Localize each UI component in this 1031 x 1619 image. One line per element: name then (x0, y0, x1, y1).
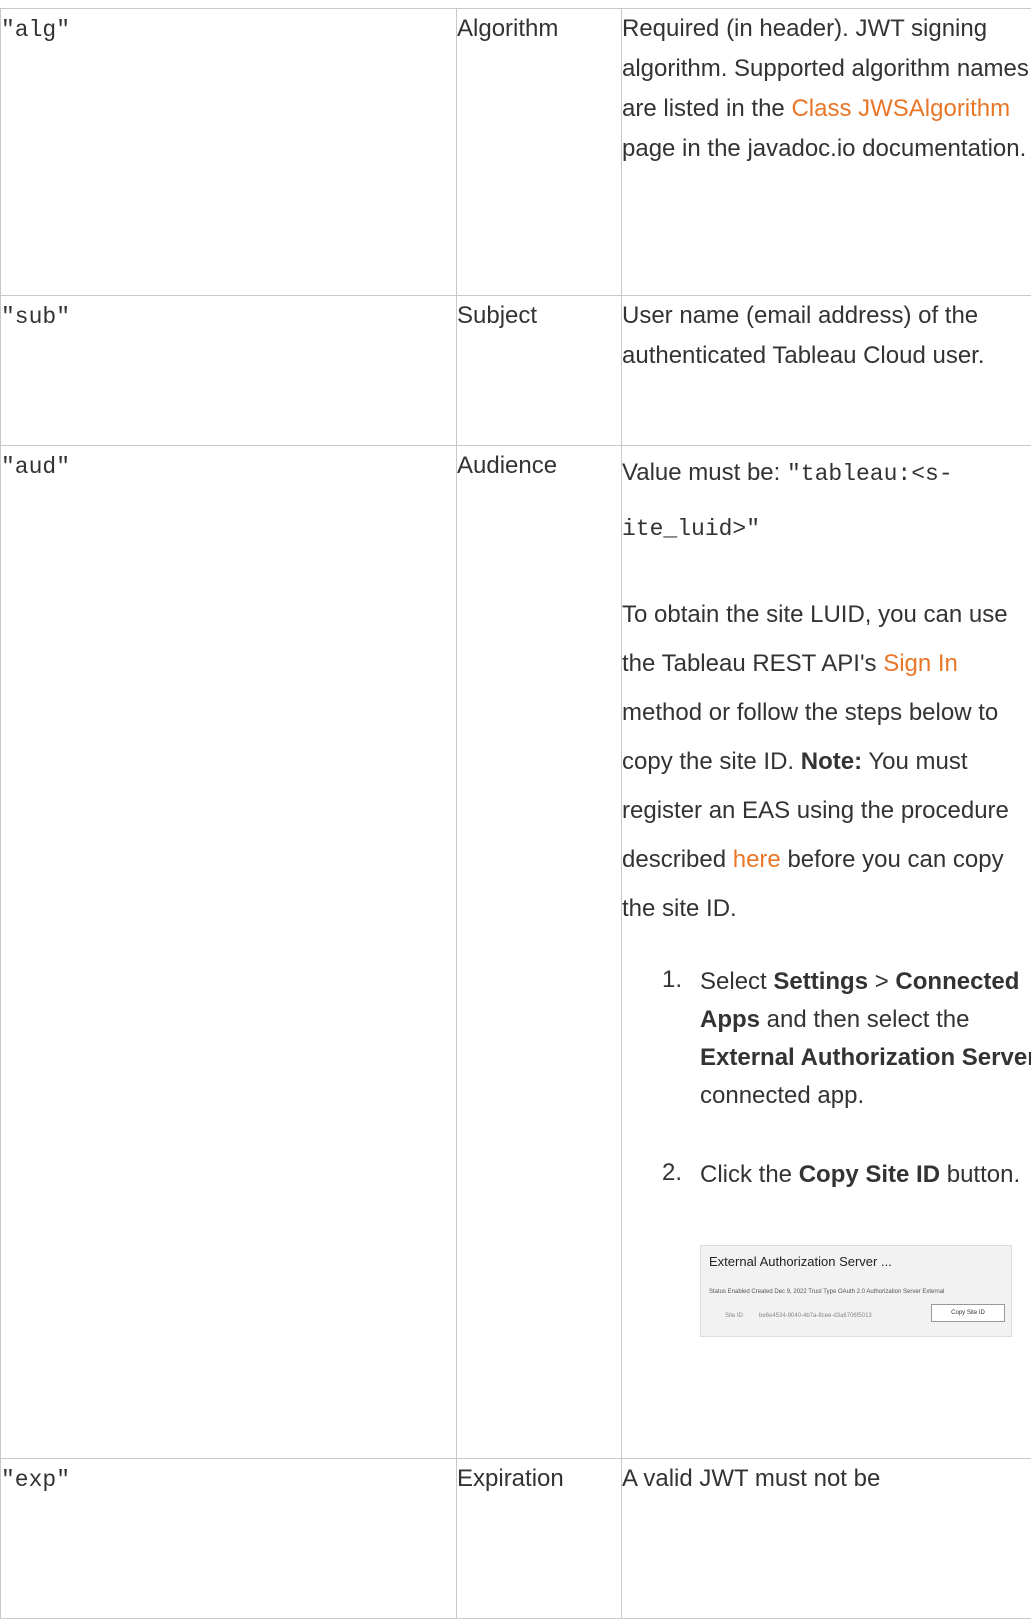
step-text: button. (940, 1161, 1020, 1188)
claim-cell: "aud" (1, 446, 457, 1459)
jwsalgorithm-link[interactable]: Class JWSAlgorithm (791, 95, 1010, 122)
claim-name: Subject (457, 302, 537, 329)
name-cell: Expiration (457, 1459, 622, 1619)
name-cell: Subject (457, 296, 622, 446)
step-text: connected app. (700, 1082, 864, 1109)
desc-text: page in the javadoc.io doc­umentation. (622, 135, 1026, 162)
list-item: 1. Select Settings > Con­nected Apps and… (622, 963, 1031, 1115)
here-link[interactable]: here (733, 846, 781, 873)
steps-list: 1. Select Settings > Con­nected Apps and… (622, 963, 1031, 1199)
screenshot-title: External Authorization Server ... (709, 1256, 892, 1268)
table-row: "exp" Expiration A valid JWT must not be (1, 1459, 1031, 1619)
claim-code: "aud" (1, 454, 70, 480)
screenshot-copy-button: Copy Site ID (931, 1304, 1005, 1322)
table-row: "sub" Subject User name (email address) … (1, 296, 1031, 446)
claim-code: "sub" (1, 304, 70, 330)
eas-label: External Authorization Server (700, 1044, 1031, 1071)
screenshot-image: External Authorization Server ... Status… (700, 1245, 1012, 1337)
screenshot-site-label: Site ID (725, 1310, 743, 1322)
description-cell: Required (in header). JWT sign­ing algor… (622, 9, 1031, 296)
step-number: 2. (662, 1149, 682, 1197)
claim-name: Algorithm (457, 15, 558, 42)
sign-in-link[interactable]: Sign In (883, 650, 958, 677)
step-text: Click the (700, 1161, 799, 1188)
step-text: > (868, 968, 895, 995)
table-row: "alg" Algorithm Required (in header). JW… (1, 9, 1031, 296)
table-row: "aud" Audience Value must be: "tableau:<… (1, 446, 1031, 1459)
screenshot-status: Status Enabled Created Dec 9, 2022 Trust… (709, 1286, 944, 1298)
note-label: Note: (801, 748, 862, 775)
description-cell: A valid JWT must not be (622, 1459, 1031, 1619)
value-prefix: Value must be: (622, 459, 787, 486)
name-cell: Audience (457, 446, 622, 1459)
description-cell: Value must be: "tableau:<s­ite_luid>" To… (622, 446, 1031, 1459)
claim-code: "alg" (1, 17, 70, 43)
claim-cell: "sub" (1, 296, 457, 446)
desc-text: User name (email address) of the authent… (622, 302, 985, 369)
claim-name: Audience (457, 452, 557, 479)
copy-site-id-label: Copy Site ID (799, 1161, 940, 1188)
claim-name: Expiration (457, 1465, 564, 1492)
screenshot-site-id: be6e4534-9040-4b7a-8cee-d3a6706f5013 (759, 1310, 872, 1322)
list-item: 2. Click the Copy Site ID button. (622, 1151, 1031, 1199)
claim-cell: "exp" (1, 1459, 457, 1619)
claims-table: "alg" Algorithm Required (in header). JW… (0, 8, 1031, 1619)
settings-label: Settings (773, 968, 868, 995)
claim-cell: "alg" (1, 9, 457, 296)
description-cell: User name (email address) of the authent… (622, 296, 1031, 446)
step-text: Select (700, 968, 773, 995)
name-cell: Algorithm (457, 9, 622, 296)
claim-code: "exp" (1, 1467, 70, 1493)
step-number: 1. (662, 961, 682, 999)
desc-text: A valid JWT must not be (622, 1465, 880, 1492)
step-text: and then select the (760, 1006, 969, 1033)
